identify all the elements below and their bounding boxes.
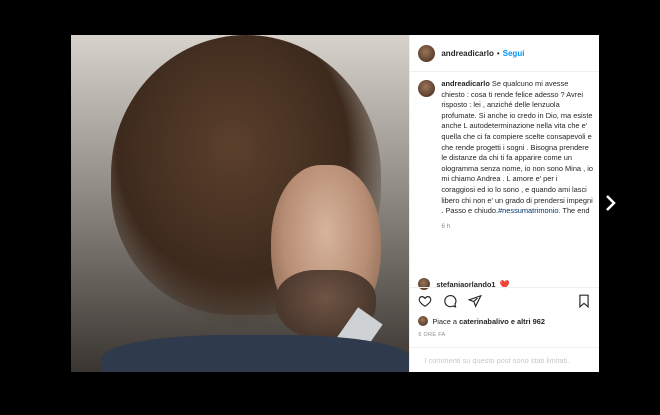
author-username[interactable]: andreadicarlo — [441, 49, 493, 58]
likes-summary: Piace a caterinabalivo e altri 962 — [418, 316, 545, 326]
likes-prefix: Piace a — [432, 316, 458, 326]
heart-icon[interactable] — [418, 294, 432, 308]
share-icon[interactable] — [468, 294, 483, 308]
caption-text: andreadicarlo Se qualcuno mi avesse chie… — [441, 79, 593, 217]
follow-button[interactable]: Segui — [503, 49, 525, 58]
comments-limited-notice: I commenti su questo post sono stati lim… — [410, 347, 599, 373]
comments-area[interactable]: andreadicarlo Se qualcuno mi avesse chie… — [418, 79, 593, 284]
caption-end: . The end — [558, 206, 590, 216]
likes-others[interactable]: e altri 962 — [511, 317, 545, 326]
likes-avatar — [418, 316, 429, 326]
chevron-right-icon[interactable] — [604, 194, 616, 212]
author-avatar[interactable] — [418, 44, 436, 62]
post-header: andreadicarlo • Segui — [410, 35, 599, 72]
likes-user[interactable]: caterinabalivo — [459, 317, 509, 326]
caption-comment: andreadicarlo Se qualcuno mi avesse chie… — [418, 79, 593, 217]
bookmark-icon[interactable] — [577, 294, 591, 308]
comment-icon[interactable] — [443, 294, 457, 308]
photo-shirt — [101, 335, 410, 372]
post-photo[interactable] — [71, 35, 410, 372]
caption-time: 6 h — [441, 222, 451, 230]
action-bar — [410, 287, 599, 314]
caption-hashtag[interactable]: #nessumatrimonio — [498, 206, 558, 215]
post-time[interactable]: 6 ORE FA — [418, 332, 445, 338]
post-sidebar: andreadicarlo • Segui andreadicarlo Se q… — [409, 35, 599, 372]
caption-body: Se qualcuno mi avesse chiesto : cosa ti … — [441, 79, 593, 216]
post-modal: andreadicarlo • Segui andreadicarlo Se q… — [71, 35, 599, 372]
caption-username[interactable]: andreadicarlo — [441, 79, 489, 88]
header-separator: • — [496, 48, 500, 58]
caption-avatar[interactable] — [418, 80, 436, 97]
